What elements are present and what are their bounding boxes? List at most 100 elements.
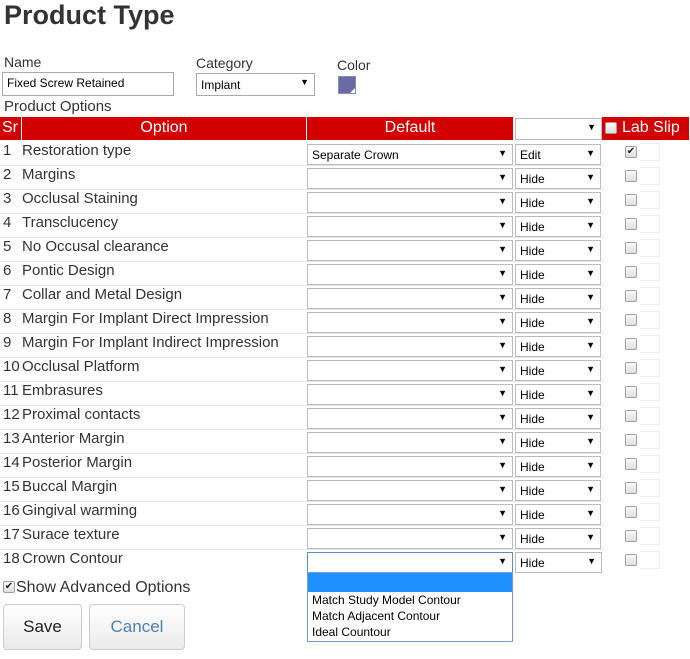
row-default-select[interactable]: ▼ [307, 360, 513, 381]
category-label: Category [196, 55, 253, 71]
row-option-label: Crown Contour [22, 550, 123, 567]
row-default-select[interactable]: ▼ [307, 432, 513, 453]
row-lab-slip-checkbox[interactable] [625, 458, 637, 470]
row-default-select[interactable]: ▼ [307, 168, 513, 189]
row-visibility-select[interactable]: Hide ▼ [515, 408, 601, 429]
chevron-down-icon: ▼ [498, 340, 507, 350]
row-lab-slip-checkbox[interactable] [625, 314, 637, 326]
row-default-select[interactable]: ▼ [307, 216, 513, 237]
row-lab-slip-field [640, 167, 660, 185]
row-lab-slip-checkbox[interactable] [625, 506, 637, 518]
row-option-label: Restoration type [22, 142, 132, 159]
row-visibility-select[interactable]: Hide ▼ [515, 192, 601, 213]
row-visibility-value: Hide [520, 340, 545, 354]
row-default-select[interactable]: ▼ [307, 288, 513, 309]
color-label: Color [337, 57, 371, 73]
row-sr: 14 [3, 454, 20, 471]
row-default-select[interactable]: ▼ [307, 528, 513, 549]
row-lab-slip-field [640, 143, 660, 161]
category-select[interactable]: Implant ▼ [196, 73, 315, 96]
row-lab-slip-checkbox[interactable] [625, 266, 637, 278]
row-default-select[interactable]: Separate Crown ▼ [307, 144, 513, 165]
row-lab-slip-checkbox[interactable] [625, 170, 637, 182]
chevron-down-icon: ▼ [498, 508, 507, 518]
row-lab-slip-checkbox[interactable] [625, 194, 637, 206]
row-visibility-select[interactable]: Hide ▼ [515, 384, 601, 405]
row-option-label: Occlusal Platform [22, 358, 140, 375]
row-lab-slip-checkbox[interactable]: ✔ [625, 146, 637, 158]
name-input[interactable]: Fixed Screw Retained [2, 72, 174, 96]
row-visibility-value: Hide [520, 316, 545, 330]
row-visibility-select[interactable]: Hide ▼ [515, 504, 601, 525]
row-lab-slip-checkbox[interactable] [625, 218, 637, 230]
row-lab-slip-field [640, 503, 660, 521]
row-lab-slip-field [640, 383, 660, 401]
row-visibility-value: Hide [520, 244, 545, 258]
row-visibility-value: Hide [520, 220, 545, 234]
chevron-down-icon: ▼ [586, 508, 595, 518]
default-dropdown-list[interactable]: Match Study Model Contour Match Adjacent… [307, 572, 513, 642]
row-option-label: Proximal contacts [22, 406, 141, 423]
save-button[interactable]: Save [3, 604, 82, 650]
row-default-select[interactable]: ▼ [307, 336, 513, 357]
row-lab-slip-checkbox[interactable] [625, 410, 637, 422]
row-sr: 6 [3, 262, 12, 279]
cancel-button[interactable]: Cancel [89, 604, 185, 650]
chevron-down-icon: ▼ [587, 556, 596, 566]
row-default-select[interactable]: ▼ [307, 240, 513, 261]
header-visibility-select[interactable]: ▼ [515, 118, 602, 140]
lab-slip-select-all-checkbox[interactable] [605, 122, 617, 134]
row-visibility-value: Hide [520, 268, 545, 282]
row-default-select[interactable]: ▼ [307, 504, 513, 525]
dropdown-option[interactable]: Ideal Countour [308, 624, 512, 640]
chevron-down-icon: ▼ [498, 172, 507, 182]
row-visibility-select[interactable]: Edit ▼ [515, 144, 601, 165]
row-lab-slip-checkbox[interactable] [625, 386, 637, 398]
row-visibility-select[interactable]: Hide ▼ [515, 528, 601, 549]
row-visibility-value: Hide [520, 196, 545, 210]
row-default-select[interactable]: ▼ [307, 384, 513, 405]
row-option-label: Anterior Margin [22, 430, 125, 447]
show-advanced-checkbox[interactable]: ✔ [3, 581, 15, 593]
row-lab-slip-checkbox[interactable] [625, 290, 637, 302]
row-lab-slip-checkbox[interactable] [625, 362, 637, 374]
row-visibility-select[interactable]: Hide ▼ [515, 456, 601, 477]
row-visibility-select[interactable]: Hide ▼ [515, 288, 601, 309]
row-lab-slip-checkbox[interactable] [625, 338, 637, 350]
row-lab-slip-checkbox[interactable] [625, 242, 637, 254]
row-visibility-select[interactable]: Hide ▼ [515, 552, 602, 573]
row-sr: 17 [3, 526, 20, 543]
color-picker-swatch[interactable] [338, 76, 356, 94]
row-default-select[interactable]: ▼ [307, 408, 513, 429]
row-lab-slip-checkbox[interactable] [625, 482, 637, 494]
row-lab-slip-checkbox[interactable] [625, 434, 637, 446]
row-visibility-select[interactable]: Hide ▼ [515, 480, 601, 501]
row-option-label: Collar and Metal Design [22, 286, 183, 303]
row-default-select[interactable]: ▼ [307, 552, 513, 573]
row-visibility-select[interactable]: Hide ▼ [515, 216, 601, 237]
row-visibility-select[interactable]: Hide ▼ [515, 432, 601, 453]
dropdown-option[interactable]: Match Adjacent Contour [308, 608, 512, 624]
row-visibility-select[interactable]: Hide ▼ [515, 360, 601, 381]
row-visibility-select[interactable]: Hide ▼ [515, 240, 601, 261]
dropdown-option[interactable]: Match Study Model Contour [308, 592, 512, 608]
row-visibility-select[interactable]: Hide ▼ [515, 336, 601, 357]
row-visibility-value: Hide [520, 412, 545, 426]
chevron-down-icon: ▼ [586, 316, 595, 326]
row-default-select[interactable]: ▼ [307, 264, 513, 285]
row-visibility-select[interactable]: Hide ▼ [515, 312, 601, 333]
page-title: Product Type [4, 0, 175, 30]
row-default-select[interactable]: ▼ [307, 312, 513, 333]
row-visibility-select[interactable]: Hide ▼ [515, 264, 601, 285]
row-default-select[interactable]: ▼ [307, 192, 513, 213]
row-lab-slip-checkbox[interactable] [625, 554, 637, 566]
dropdown-option[interactable] [308, 573, 512, 592]
row-visibility-value: Hide [520, 508, 545, 522]
row-option-label: Embrasures [22, 382, 103, 399]
row-option-label: No Occusal clearance [22, 238, 169, 255]
chevron-down-icon: ▼ [498, 556, 507, 566]
row-default-select[interactable]: ▼ [307, 456, 513, 477]
row-default-select[interactable]: ▼ [307, 480, 513, 501]
row-lab-slip-checkbox[interactable] [625, 530, 637, 542]
row-visibility-select[interactable]: Hide ▼ [515, 168, 601, 189]
